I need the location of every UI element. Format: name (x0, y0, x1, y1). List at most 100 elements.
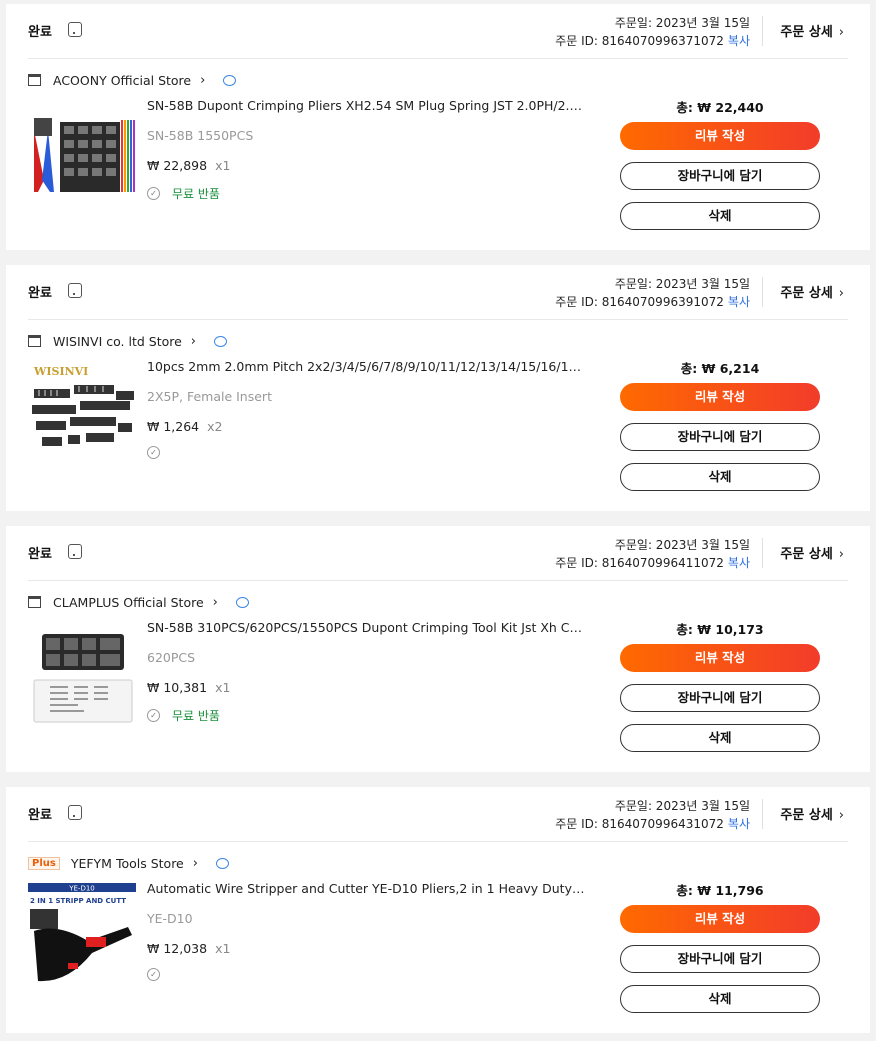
shield-icon: ✓ (147, 187, 160, 200)
order-id: 주문 ID: 8164070996411072 (555, 556, 724, 570)
order-detail-label: 주문 상세 (780, 547, 833, 562)
product-thumbnail[interactable]: WISINVI (28, 361, 136, 467)
chat-icon[interactable] (215, 857, 229, 869)
order-meta: 주문일: 2023년 3월 15일 주문 ID: 816407099643107… (555, 797, 750, 833)
product-thumbnail[interactable] (28, 100, 136, 206)
add-to-cart-button[interactable]: 장바구니에 담기 (620, 423, 820, 451)
product-variant: YE-D10 (147, 911, 193, 926)
product-title[interactable]: SN-58B Dupont Crimping Pliers XH2.54 SM … (147, 98, 587, 113)
order-status-icon[interactable] (68, 544, 82, 559)
chat-icon[interactable] (223, 74, 237, 86)
store-name: WISINVI co. ltd Store (53, 333, 182, 349)
product-price-row: ₩ 12,038 x1 (147, 941, 230, 956)
badges: ✓ 무료 반품 (147, 185, 220, 202)
product-qty: x1 (215, 158, 231, 173)
chevron-right-icon: › (838, 25, 844, 40)
order-date: 주문일: 2023년 3월 15일 (614, 799, 750, 813)
free-return-badge: 무료 반품 (172, 709, 220, 723)
order-total: 총: ₩ 11,796 (676, 883, 764, 898)
order-meta: 주문일: 2023년 3월 15일 주문 ID: 816407099637107… (555, 14, 750, 50)
free-return-badge: 무료 반품 (172, 187, 220, 201)
write-review-button[interactable]: 리뷰 작성 (620, 644, 820, 672)
order-meta: 주문일: 2023년 3월 15일 주문 ID: 816407099641107… (555, 536, 750, 572)
store-link[interactable]: WISINVI co. ltd Store › (28, 331, 227, 351)
chevron-right-icon: › (200, 72, 206, 88)
product-variant: SN-58B 1550PCS (147, 128, 254, 143)
product-price: ₩ 22,898 (147, 158, 208, 173)
product-title[interactable]: SN-58B 310PCS/620PCS/1550PCS Dupont Crim… (147, 620, 587, 635)
chat-icon[interactable] (235, 596, 249, 608)
write-review-button[interactable]: 리뷰 작성 (620, 905, 820, 933)
chevron-right-icon: › (838, 286, 844, 301)
order-detail-label: 주문 상세 (780, 286, 833, 301)
thumbnail-model-text: YE-D10 (68, 885, 95, 893)
order-date: 주문일: 2023년 3월 15일 (614, 277, 750, 291)
shield-icon: ✓ (147, 709, 160, 722)
product-price: ₩ 1,264 (147, 419, 200, 434)
product-price: ₩ 10,381 (147, 680, 208, 695)
add-to-cart-button[interactable]: 장바구니에 담기 (620, 945, 820, 973)
product-qty: x2 (207, 419, 223, 434)
copy-link[interactable]: 복사 (728, 556, 750, 570)
product-title[interactable]: Automatic Wire Stripper and Cutter YE-D1… (147, 881, 587, 896)
store-name: CLAMPLUS Official Store (53, 594, 204, 610)
chevron-right-icon: › (192, 855, 198, 871)
order-detail-link[interactable]: 주문 상세 › (780, 21, 844, 40)
order-header: 완료 주문일: 2023년 3월 15일 주문 ID: 816407099637… (28, 4, 848, 59)
order-date: 주문일: 2023년 3월 15일 (614, 538, 750, 552)
order-header: 완료 주문일: 2023년 3월 15일 주문 ID: 816407099641… (28, 526, 848, 581)
store-link[interactable]: Plus YEFYM Tools Store › (28, 853, 229, 873)
order-detail-link[interactable]: 주문 상세 › (780, 543, 844, 562)
order-card: 완료 주문일: 2023년 3월 15일 주문 ID: 816407099643… (6, 787, 870, 1033)
store-icon (28, 335, 41, 347)
write-review-button[interactable]: 리뷰 작성 (620, 383, 820, 411)
order-detail-label: 주문 상세 (780, 808, 833, 823)
divider (762, 277, 763, 307)
delete-button[interactable]: 삭제 (620, 985, 820, 1013)
order-id: 주문 ID: 8164070996431072 (555, 817, 724, 831)
order-status: 완료 (28, 808, 52, 823)
order-meta: 주문일: 2023년 3월 15일 주문 ID: 816407099639107… (555, 275, 750, 311)
store-icon (28, 596, 41, 608)
order-status-icon[interactable] (68, 805, 82, 820)
write-review-button[interactable]: 리뷰 작성 (620, 122, 820, 150)
delete-button[interactable]: 삭제 (620, 463, 820, 491)
order-status-icon[interactable] (68, 22, 82, 37)
store-name: ACOONY Official Store (53, 72, 192, 88)
product-variant: 2X5P, Female Insert (147, 389, 272, 404)
store-link[interactable]: CLAMPLUS Official Store › (28, 592, 249, 612)
chevron-right-icon: › (190, 333, 196, 349)
order-status-icon[interactable] (68, 283, 82, 298)
order-total: 총: ₩ 6,214 (680, 361, 760, 376)
product-qty: x1 (215, 680, 231, 695)
add-to-cart-button[interactable]: 장바구니에 담기 (620, 684, 820, 712)
product-price-row: ₩ 22,898 x1 (147, 158, 230, 173)
order-status: 완료 (28, 547, 52, 562)
order-id: 주문 ID: 8164070996371072 (555, 34, 724, 48)
order-id: 주문 ID: 8164070996391072 (555, 295, 724, 309)
order-header: 완료 주문일: 2023년 3월 15일 주문 ID: 816407099639… (28, 265, 848, 320)
delete-button[interactable]: 삭제 (620, 724, 820, 752)
copy-link[interactable]: 복사 (728, 34, 750, 48)
delete-button[interactable]: 삭제 (620, 202, 820, 230)
product-price: ₩ 12,038 (147, 941, 208, 956)
product-title[interactable]: 10pcs 2mm 2.0mm Pitch 2x2/3/4/5/6/7/8/9/… (147, 359, 587, 374)
chevron-right-icon: › (212, 594, 218, 610)
store-link[interactable]: ACOONY Official Store › (28, 70, 237, 90)
product-thumbnail[interactable]: YE-D10 2 IN 1 STRIPP AND CUTT (28, 883, 136, 989)
add-to-cart-button[interactable]: 장바구니에 담기 (620, 162, 820, 190)
copy-link[interactable]: 복사 (728, 817, 750, 831)
chevron-right-icon: › (838, 808, 844, 823)
copy-link[interactable]: 복사 (728, 295, 750, 309)
order-status: 완료 (28, 25, 52, 40)
order-detail-link[interactable]: 주문 상세 › (780, 282, 844, 301)
shield-icon: ✓ (147, 446, 160, 459)
store-name: YEFYM Tools Store (70, 855, 184, 871)
thumbnail-brand-text: WISINVI (33, 365, 88, 378)
product-price-row: ₩ 1,264 x2 (147, 419, 222, 434)
product-thumbnail[interactable] (28, 622, 136, 728)
order-card: 완료 주문일: 2023년 3월 15일 주문 ID: 816407099637… (6, 4, 870, 250)
divider (762, 538, 763, 568)
chat-icon[interactable] (214, 335, 227, 347)
order-detail-link[interactable]: 주문 상세 › (780, 804, 844, 823)
